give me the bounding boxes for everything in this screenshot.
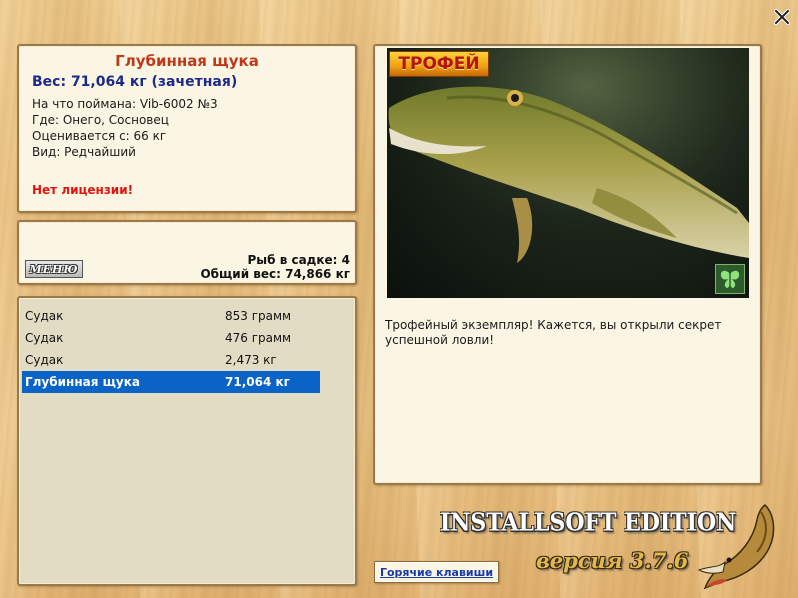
fish-info-panel: Глубинная щука Вес: 71,064 кг (зачетная)…: [17, 44, 357, 213]
fish-bait: На что поймана: Vib-6002 №3: [32, 97, 218, 111]
fish-rating: Оценивается с: 66 кг: [32, 129, 167, 143]
trophy-badge: ТРОФЕЙ: [389, 51, 489, 77]
list-item-weight: 2,473 кг: [225, 353, 277, 367]
list-item-name: Глубинная щука: [25, 375, 140, 389]
catch-list: Судак 853 грамм Судак 476 грамм Судак 2,…: [22, 305, 320, 393]
list-item-selected[interactable]: Глубинная щука 71,064 кг: [22, 371, 320, 393]
list-item-name: Судак: [25, 309, 64, 323]
fish-photo-panel: ТРОФЕЙ Трофейный экземпляр! Кажется, вы …: [373, 44, 762, 485]
brand-title: INSTALLSOFT EDITION: [440, 508, 737, 538]
menu-button[interactable]: МЕНЮ: [25, 260, 83, 278]
cage-total-weight: Общий вес: 74,866 кг: [200, 267, 350, 281]
list-item-weight: 853 грамм: [225, 309, 292, 323]
fish-location: Где: Онего, Сосновец: [32, 113, 169, 127]
cage-panel: МЕНЮ Рыб в садке: 4 Общий вес: 74,866 кг: [17, 220, 357, 285]
close-button[interactable]: [773, 8, 791, 26]
fish-weight: Вес: 71,064 кг (зачетная): [32, 74, 238, 90]
butterfly-button[interactable]: [715, 264, 745, 294]
hotkeys-button[interactable]: Горячие клавиши: [374, 561, 499, 583]
fish-name: Глубинная щука: [115, 52, 259, 70]
pike-logo-icon: [697, 504, 775, 590]
license-warning: Нет лицензии!: [32, 183, 134, 197]
close-icon: [774, 9, 790, 25]
list-item[interactable]: Судак 476 грамм: [22, 327, 320, 349]
butterfly-icon: [720, 270, 740, 288]
catch-list-panel: Судак 853 грамм Судак 476 грамм Судак 2,…: [17, 296, 357, 586]
fish-photo: ТРОФЕЙ: [387, 48, 749, 298]
list-item-weight: 71,064 кг: [225, 375, 290, 389]
fish-kind: Вид: Редчайший: [32, 145, 136, 159]
list-item-name: Судак: [25, 353, 64, 367]
list-item-name: Судак: [25, 331, 64, 345]
list-item-weight: 476 грамм: [225, 331, 292, 345]
fish-description: Трофейный экземпляр! Кажется, вы открыли…: [385, 318, 722, 347]
pike-image: [387, 48, 749, 298]
list-item[interactable]: Судак 2,473 кг: [22, 349, 320, 371]
version-label: версия 3.7.6: [536, 548, 689, 573]
cage-fish-count: Рыб в садке: 4: [247, 253, 351, 267]
list-item[interactable]: Судак 853 грамм: [22, 305, 320, 327]
